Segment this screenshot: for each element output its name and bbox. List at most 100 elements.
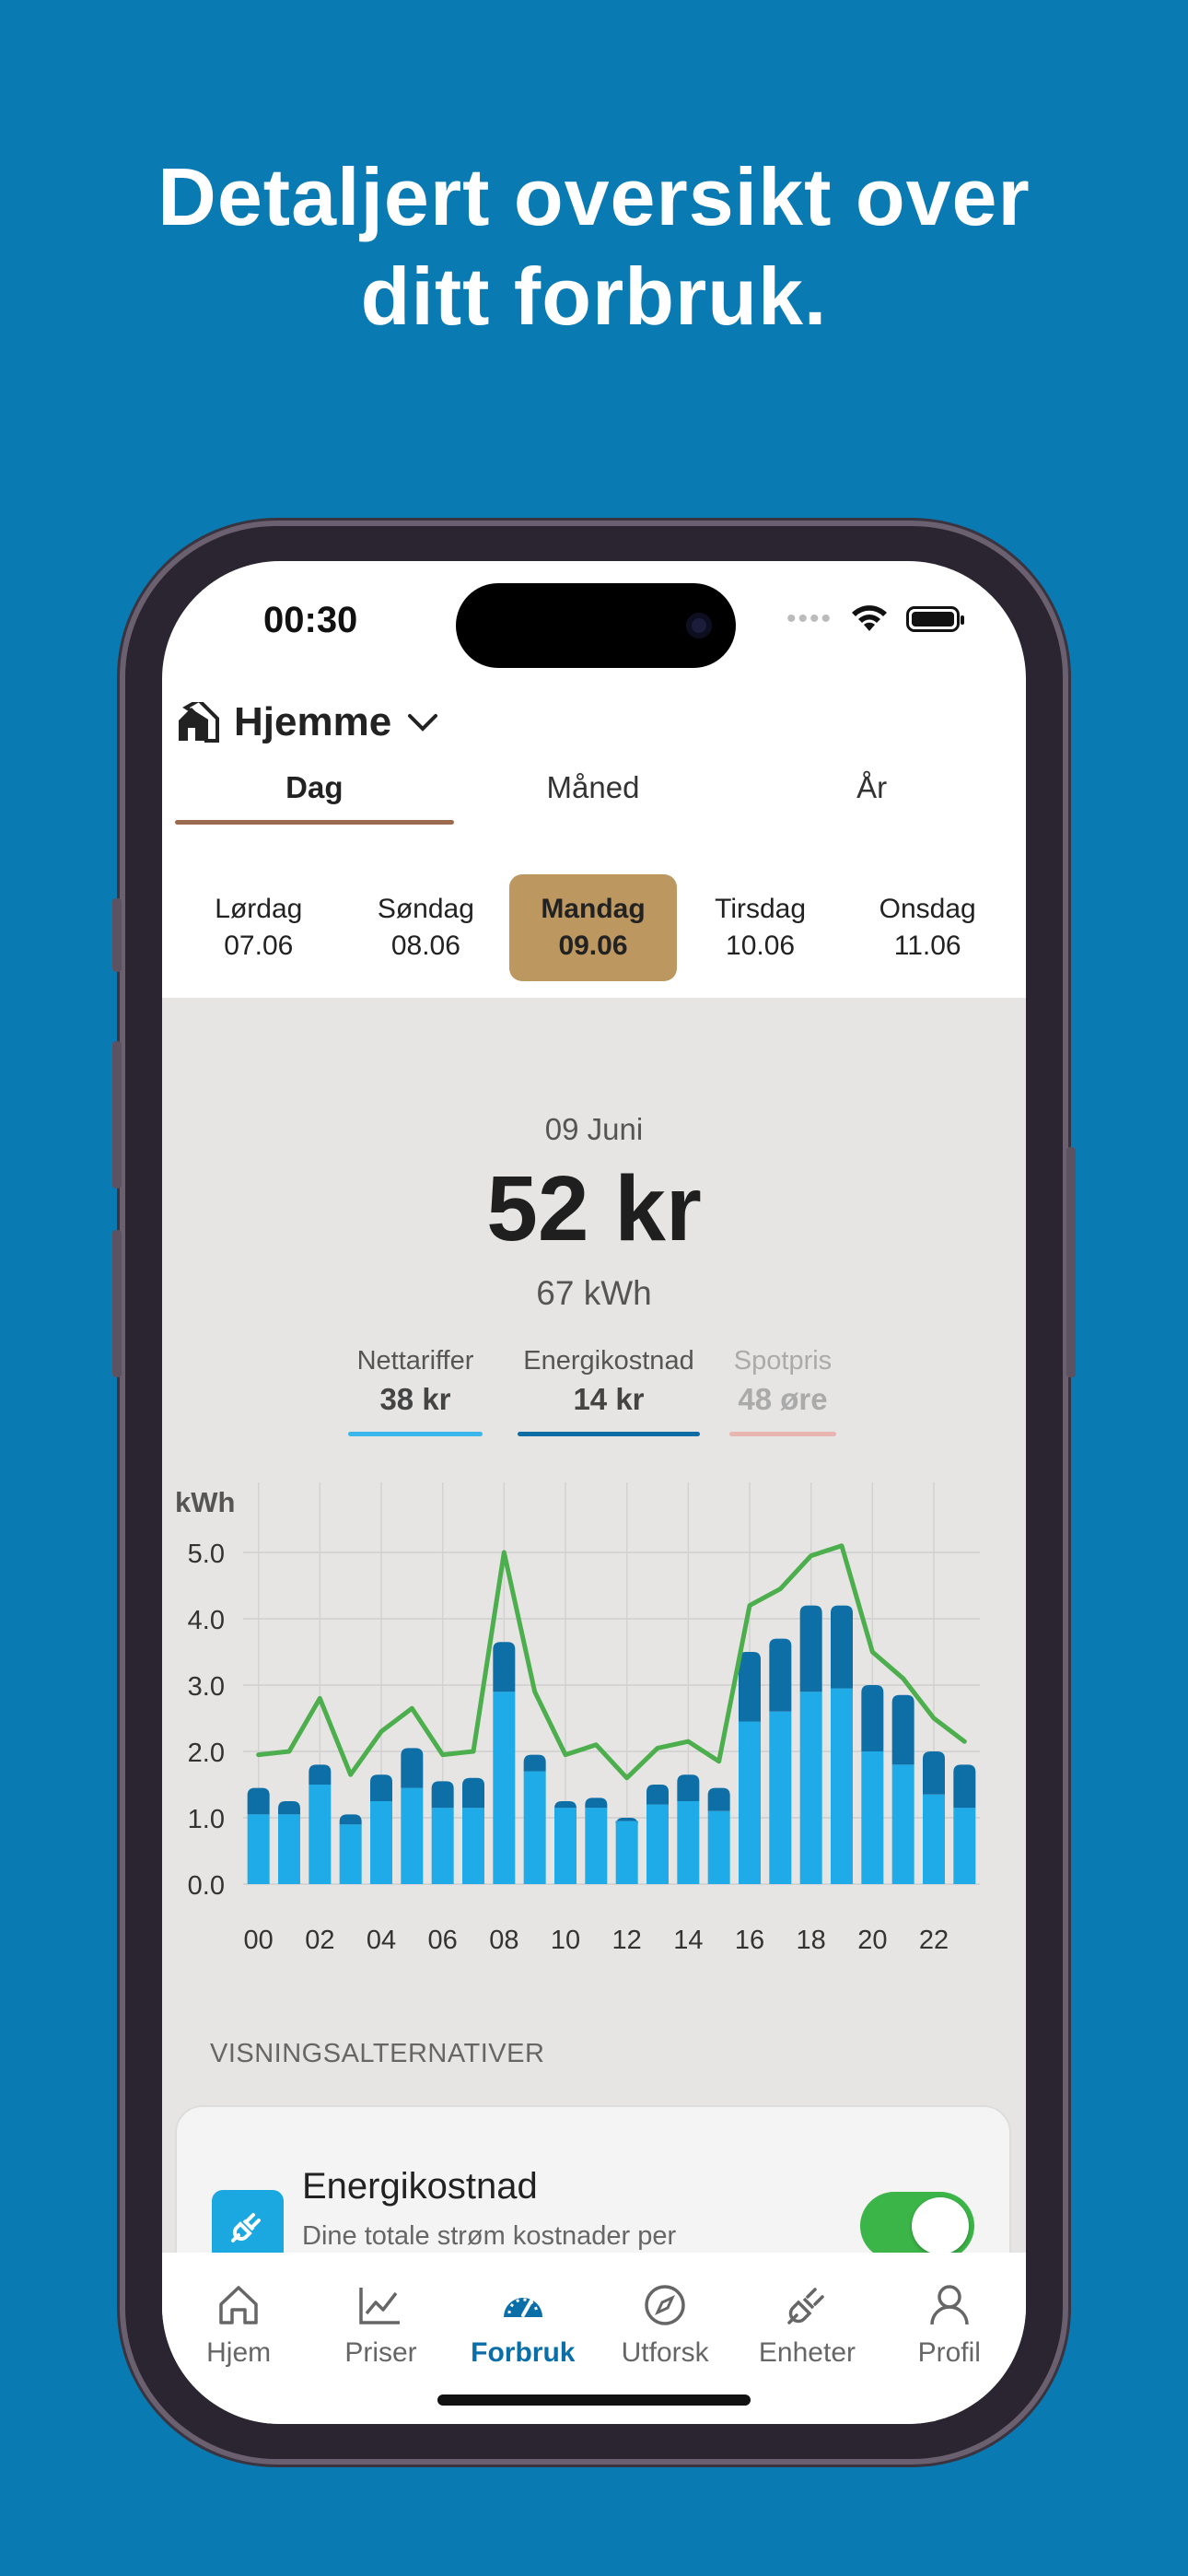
day-date: 10.06 <box>726 931 796 961</box>
bar-energikostnad <box>646 1785 669 1805</box>
day-name: Onsdag <box>879 894 976 924</box>
nav-priser[interactable]: Priser <box>311 2253 449 2424</box>
battery-icon <box>906 606 964 632</box>
tab-day[interactable]: Dag <box>175 751 454 825</box>
day-name: Søndag <box>377 894 474 924</box>
y-tick-label: 1.0 <box>188 1805 225 1834</box>
bar-energikostnad <box>891 1694 914 1765</box>
headline: Detaljert oversikt over ditt forbruk. <box>0 147 1188 346</box>
day-tuesday[interactable]: Tirsdag 10.06 <box>677 874 844 981</box>
bar-energikostnad <box>953 1764 976 1809</box>
consumption-chart: 0.0 1.0 2.0 3.0 4.0 5.0 00 02 04 06 08 10 12 14 16 18 20… <box>188 1482 980 1955</box>
plug-icon <box>212 2190 284 2262</box>
consumption-panel: 09 Juni 52 kr 67 kWh Nettariffer 38 kr E… <box>162 998 1026 2326</box>
x-tick-label: 06 <box>428 1926 458 1955</box>
bar-nettariffer <box>554 1808 577 1884</box>
bar-energikostnad <box>739 1652 761 1722</box>
phone-frame: 00:30 •••• Hjemme Dag Måned År Lørdag 07… <box>112 521 1076 2465</box>
day-name: Lørdag <box>215 894 303 924</box>
y-tick-label: 4.0 <box>188 1606 225 1635</box>
cellular-signal-icon: •••• <box>786 603 833 634</box>
bar-energikostnad <box>585 1797 608 1809</box>
bar-nettariffer <box>831 1688 853 1884</box>
x-tick-label: 16 <box>735 1926 764 1955</box>
x-tick-label: 02 <box>305 1926 334 1955</box>
nav-label: Priser <box>344 2337 417 2368</box>
nav-enheter[interactable]: Enheter <box>738 2253 876 2424</box>
option-title: Energikostnad <box>302 2166 538 2207</box>
bar-nettariffer <box>615 1821 638 1884</box>
status-time: 00:30 <box>263 600 358 640</box>
bar-energikostnad <box>677 1774 700 1801</box>
section-title: VISNINGSALTERNATIVER <box>210 2039 545 2068</box>
period-tabs: Dag Måned År <box>175 751 1011 825</box>
nav-label: Forbruk <box>471 2337 576 2368</box>
bar-energikostnad <box>309 1764 332 1785</box>
bar-energikostnad <box>861 1685 884 1751</box>
nav-label: Utforsk <box>621 2337 709 2368</box>
home-name: Hjemme <box>234 699 392 744</box>
line-chart-icon <box>359 2288 401 2324</box>
bar-nettariffer <box>769 1711 792 1884</box>
headline-line-1: Detaljert oversikt over <box>157 151 1031 242</box>
volume-up-button <box>112 1041 122 1188</box>
bar-nettariffer <box>370 1801 392 1884</box>
x-tick-label: 22 <box>919 1926 949 1955</box>
volume-down-button <box>112 1230 122 1377</box>
bar-nettariffer <box>278 1814 300 1884</box>
day-saturday[interactable]: Lørdag 07.06 <box>175 874 343 981</box>
day-date: 11.06 <box>893 931 961 961</box>
bar-nettariffer <box>861 1751 884 1884</box>
bar-energikostnad <box>278 1801 300 1815</box>
bar-energikostnad <box>923 1751 945 1795</box>
bar-nettariffer <box>309 1785 332 1884</box>
bar-nettariffer <box>247 1814 270 1884</box>
tab-year[interactable]: År <box>732 751 1011 825</box>
bar-energikostnad <box>523 1754 546 1772</box>
camera-icon <box>686 613 712 638</box>
bar-nettariffer <box>339 1824 362 1884</box>
tab-month[interactable]: Måned <box>454 751 733 825</box>
bar-nettariffer <box>707 1810 730 1884</box>
person-icon <box>930 2285 969 2325</box>
nav-profil[interactable]: Profil <box>880 2253 1019 2424</box>
x-tick-label: 10 <box>551 1926 580 1955</box>
bar-energikostnad <box>493 1642 516 1692</box>
spotpris-line <box>256 1543 967 1781</box>
x-tick-label: 14 <box>673 1926 703 1955</box>
status-indicators: •••• <box>786 603 964 635</box>
bar-energikostnad <box>554 1801 577 1809</box>
gauge-icon <box>503 2298 542 2317</box>
bar-nettariffer <box>923 1794 945 1884</box>
day-date: 07.06 <box>224 931 294 961</box>
plug-icon <box>787 2288 825 2324</box>
power-button <box>1066 1147 1076 1377</box>
y-tick-label: 2.0 <box>188 1739 225 1768</box>
bar-nettariffer <box>585 1808 608 1884</box>
headline-line-2: ditt forbruk. <box>360 251 828 342</box>
bar-nettariffer <box>891 1764 914 1884</box>
day-sunday[interactable]: Søndag 08.06 <box>343 874 510 981</box>
bar-nettariffer <box>401 1787 424 1884</box>
house-icon <box>219 2286 258 2324</box>
day-wednesday[interactable]: Onsdag 11.06 <box>844 874 1011 981</box>
bar-nettariffer <box>677 1801 700 1884</box>
bar-energikostnad <box>462 1777 484 1809</box>
nav-hjem[interactable]: Hjem <box>169 2253 308 2424</box>
wifi-icon <box>852 605 887 631</box>
bar-energikostnad <box>769 1638 792 1712</box>
homes-icon <box>179 702 219 743</box>
bar-nettariffer <box>431 1808 454 1884</box>
x-tick-label: 12 <box>612 1926 642 1955</box>
bar-energikostnad <box>831 1605 853 1689</box>
app-screen: 00:30 •••• Hjemme Dag Måned År Lørdag 07… <box>162 561 1026 2424</box>
nav-label: Hjem <box>206 2337 272 2368</box>
energy-cost-toggle[interactable] <box>860 2192 974 2260</box>
bar-nettariffer <box>523 1771 546 1884</box>
x-tick-label: 04 <box>367 1926 396 1955</box>
y-tick-label: 0.0 <box>188 1871 225 1901</box>
bar-nettariffer <box>799 1692 822 1884</box>
day-monday-selected[interactable]: Mandag 09.06 <box>509 874 677 981</box>
bar-nettariffer <box>646 1804 669 1884</box>
home-selector[interactable]: Hjemme <box>175 699 441 745</box>
